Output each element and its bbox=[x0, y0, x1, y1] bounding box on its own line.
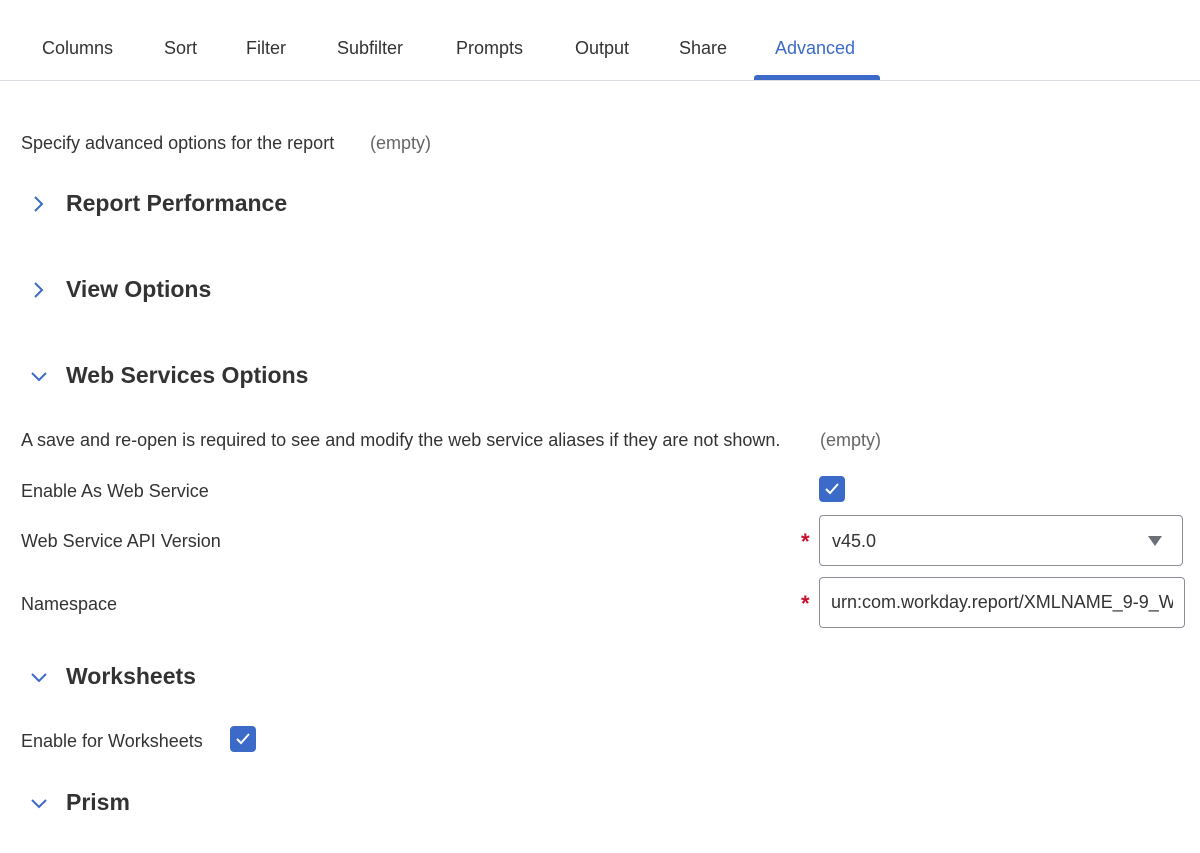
check-icon bbox=[236, 733, 250, 745]
enable-web-service-label: Enable As Web Service bbox=[21, 481, 209, 501]
section-report-performance[interactable]: Report Performance bbox=[20, 184, 420, 224]
section-view-options[interactable]: View Options bbox=[20, 270, 420, 310]
web-service-note-value: (empty) bbox=[820, 430, 882, 450]
tab-filter[interactable]: Filter bbox=[246, 0, 286, 81]
api-version-select[interactable]: v45.0 bbox=[819, 515, 1183, 566]
chevron-down-icon bbox=[31, 372, 47, 382]
section-prism[interactable]: Prism bbox=[20, 783, 420, 823]
namespace-label: Namespace bbox=[21, 594, 118, 614]
section-title: Worksheets bbox=[66, 663, 196, 689]
enable-worksheets-checkbox[interactable] bbox=[230, 726, 256, 752]
section-worksheets[interactable]: Worksheets bbox=[20, 657, 420, 697]
tab-output[interactable]: Output bbox=[575, 0, 629, 81]
api-version-label: Web Service API Version bbox=[21, 531, 221, 551]
tab-prompts[interactable]: Prompts bbox=[456, 0, 523, 81]
tab-bar: Columns Sort Filter Subfilter Prompts Ou… bbox=[0, 0, 1200, 81]
enable-web-service-checkbox[interactable] bbox=[819, 476, 845, 502]
chevron-right-icon bbox=[34, 196, 44, 212]
section-title: Report Performance bbox=[66, 190, 288, 216]
section-title: Prism bbox=[66, 789, 130, 815]
required-marker: * bbox=[801, 529, 810, 554]
tab-subfilter[interactable]: Subfilter bbox=[337, 0, 403, 81]
section-title: View Options bbox=[66, 276, 212, 302]
namespace-input[interactable] bbox=[819, 577, 1185, 628]
chevron-down-icon bbox=[31, 673, 47, 683]
section-web-services-options[interactable]: Web Services Options bbox=[20, 356, 420, 396]
active-tab-indicator bbox=[754, 75, 880, 80]
web-service-note: A save and re-open is required to see an… bbox=[21, 430, 781, 450]
enable-worksheets-label: Enable for Worksheets bbox=[21, 731, 203, 751]
dropdown-caret-icon bbox=[1148, 536, 1162, 546]
section-title: Web Services Options bbox=[66, 362, 309, 388]
chevron-down-icon bbox=[31, 799, 47, 809]
tab-share[interactable]: Share bbox=[679, 0, 727, 81]
tab-sort[interactable]: Sort bbox=[164, 0, 197, 81]
advanced-options-value: (empty) bbox=[370, 133, 432, 153]
tab-columns[interactable]: Columns bbox=[42, 0, 113, 81]
required-marker: * bbox=[801, 591, 810, 616]
api-version-value: v45.0 bbox=[832, 531, 877, 551]
tab-advanced[interactable]: Advanced bbox=[775, 0, 855, 81]
chevron-right-icon bbox=[34, 282, 44, 298]
advanced-options-label: Specify advanced options for the report bbox=[21, 133, 335, 153]
check-icon bbox=[825, 483, 839, 495]
